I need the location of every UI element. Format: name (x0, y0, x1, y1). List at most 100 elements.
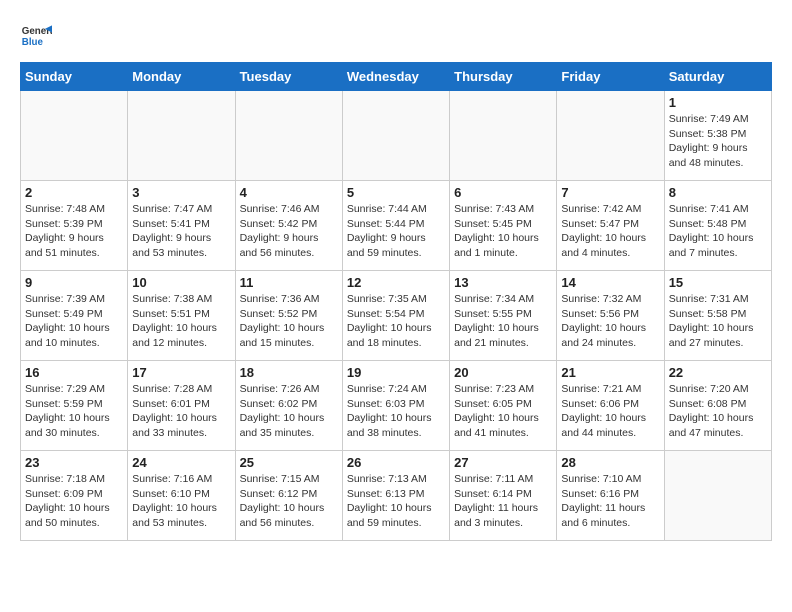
calendar-cell: 28 Sunrise: 7:10 AM Sunset: 6:16 PM Dayli… (557, 451, 664, 541)
calendar-cell: 26 Sunrise: 7:13 AM Sunset: 6:13 PM Dayli… (342, 451, 449, 541)
calendar-cell: 14 Sunrise: 7:32 AM Sunset: 5:56 PM Dayli… (557, 271, 664, 361)
day-number: 22 (669, 365, 767, 380)
calendar-cell (128, 91, 235, 181)
logo-icon: General Blue (20, 20, 52, 52)
calendar-header-wednesday: Wednesday (342, 63, 449, 91)
day-info: Sunrise: 7:42 AM Sunset: 5:47 PM Dayligh… (561, 202, 659, 261)
calendar-header-thursday: Thursday (450, 63, 557, 91)
day-number: 8 (669, 185, 767, 200)
day-number: 14 (561, 275, 659, 290)
calendar-week-row: 23Sunrise: 7:18 AM Sunset: 6:09 PM Dayli… (21, 451, 772, 541)
day-number: 21 (561, 365, 659, 380)
calendar-cell: 10 Sunrise: 7:38 AM Sunset: 5:51 PM Dayli… (128, 271, 235, 361)
day-info: Sunrise: 7:48 AM Sunset: 5:39 PM Dayligh… (25, 202, 123, 261)
calendar-cell (21, 91, 128, 181)
calendar-cell (557, 91, 664, 181)
day-number: 12 (347, 275, 445, 290)
day-number: 24 (132, 455, 230, 470)
day-number: 3 (132, 185, 230, 200)
day-number: 15 (669, 275, 767, 290)
calendar-cell: 13 Sunrise: 7:34 AM Sunset: 5:55 PM Dayli… (450, 271, 557, 361)
day-info: Sunrise: 7:28 AM Sunset: 6:01 PM Dayligh… (132, 382, 230, 441)
calendar-header-monday: Monday (128, 63, 235, 91)
calendar-week-row: 16 Sunrise: 7:29 AM Sunset: 5:59 PM Dayli… (21, 361, 772, 451)
calendar-cell: 11 Sunrise: 7:36 AM Sunset: 5:52 PM Dayli… (235, 271, 342, 361)
calendar-cell: 20 Sunrise: 7:23 AM Sunset: 6:05 PM Dayli… (450, 361, 557, 451)
day-info: Sunrise: 7:41 AM Sunset: 5:48 PM Dayligh… (669, 202, 767, 261)
calendar-header-tuesday: Tuesday (235, 63, 342, 91)
calendar-header-saturday: Saturday (664, 63, 771, 91)
day-info: Sunrise: 7:31 AM Sunset: 5:58 PM Dayligh… (669, 292, 767, 351)
day-number: 1 (669, 95, 767, 110)
calendar-cell: 22 Sunrise: 7:20 AM Sunset: 6:08 PM Dayli… (664, 361, 771, 451)
day-info: Sunrise: 7:20 AM Sunset: 6:08 PM Dayligh… (669, 382, 767, 441)
day-number: 10 (132, 275, 230, 290)
day-info: Sunrise: 7:13 AM Sunset: 6:13 PM Dayligh… (347, 472, 445, 531)
day-number: 2 (25, 185, 123, 200)
day-number: 16 (25, 365, 123, 380)
calendar-cell: 7 Sunrise: 7:42 AM Sunset: 5:47 PM Daylig… (557, 181, 664, 271)
logo: General Blue (20, 20, 52, 52)
day-info: Sunrise: 7:21 AM Sunset: 6:06 PM Dayligh… (561, 382, 659, 441)
day-info: Sunrise: 7:18 AM Sunset: 6:09 PM Dayligh… (25, 472, 123, 531)
calendar-cell: 9 Sunrise: 7:39 AM Sunset: 5:49 PM Daylig… (21, 271, 128, 361)
day-info: Sunrise: 7:26 AM Sunset: 6:02 PM Dayligh… (240, 382, 338, 441)
day-number: 13 (454, 275, 552, 290)
day-number: 17 (132, 365, 230, 380)
calendar-header-row: SundayMondayTuesdayWednesdayThursdayFrid… (21, 63, 772, 91)
calendar-cell: 17 Sunrise: 7:28 AM Sunset: 6:01 PM Dayli… (128, 361, 235, 451)
day-number: 19 (347, 365, 445, 380)
calendar-cell: 25Sunrise: 7:15 AM Sunset: 6:12 PM Dayli… (235, 451, 342, 541)
calendar-cell (342, 91, 449, 181)
calendar-cell: 15 Sunrise: 7:31 AM Sunset: 5:58 PM Dayli… (664, 271, 771, 361)
calendar-cell: 18 Sunrise: 7:26 AM Sunset: 6:02 PM Dayli… (235, 361, 342, 451)
day-info: Sunrise: 7:11 AM Sunset: 6:14 PM Dayligh… (454, 472, 552, 531)
calendar-cell: 16 Sunrise: 7:29 AM Sunset: 5:59 PM Dayli… (21, 361, 128, 451)
day-info: Sunrise: 7:46 AM Sunset: 5:42 PM Dayligh… (240, 202, 338, 261)
calendar-cell: 12 Sunrise: 7:35 AM Sunset: 5:54 PM Dayli… (342, 271, 449, 361)
calendar-cell: 27 Sunrise: 7:11 AM Sunset: 6:14 PM Dayli… (450, 451, 557, 541)
day-number: 27 (454, 455, 552, 470)
calendar-cell: 2 Sunrise: 7:48 AM Sunset: 5:39 PM Daylig… (21, 181, 128, 271)
calendar-week-row: 2 Sunrise: 7:48 AM Sunset: 5:39 PM Daylig… (21, 181, 772, 271)
day-number: 4 (240, 185, 338, 200)
calendar-cell: 5 Sunrise: 7:44 AM Sunset: 5:44 PM Daylig… (342, 181, 449, 271)
calendar-cell (450, 91, 557, 181)
day-number: 11 (240, 275, 338, 290)
day-info: Sunrise: 7:43 AM Sunset: 5:45 PM Dayligh… (454, 202, 552, 261)
day-info: Sunrise: 7:36 AM Sunset: 5:52 PM Dayligh… (240, 292, 338, 351)
day-info: Sunrise: 7:16 AM Sunset: 6:10 PM Dayligh… (132, 472, 230, 531)
day-number: 18 (240, 365, 338, 380)
day-number: 7 (561, 185, 659, 200)
day-number: 28 (561, 455, 659, 470)
calendar-header-friday: Friday (557, 63, 664, 91)
day-info: Sunrise: 7:47 AM Sunset: 5:41 PM Dayligh… (132, 202, 230, 261)
day-info: Sunrise: 7:34 AM Sunset: 5:55 PM Dayligh… (454, 292, 552, 351)
day-info: Sunrise: 7:39 AM Sunset: 5:49 PM Dayligh… (25, 292, 123, 351)
calendar-cell: 19 Sunrise: 7:24 AM Sunset: 6:03 PM Dayli… (342, 361, 449, 451)
day-info: Sunrise: 7:10 AM Sunset: 6:16 PM Dayligh… (561, 472, 659, 531)
day-info: Sunrise: 7:24 AM Sunset: 6:03 PM Dayligh… (347, 382, 445, 441)
calendar-cell (235, 91, 342, 181)
day-info: Sunrise: 7:44 AM Sunset: 5:44 PM Dayligh… (347, 202, 445, 261)
day-info: Sunrise: 7:32 AM Sunset: 5:56 PM Dayligh… (561, 292, 659, 351)
calendar-cell: 8 Sunrise: 7:41 AM Sunset: 5:48 PM Daylig… (664, 181, 771, 271)
calendar-cell (664, 451, 771, 541)
day-number: 20 (454, 365, 552, 380)
day-info: Sunrise: 7:29 AM Sunset: 5:59 PM Dayligh… (25, 382, 123, 441)
calendar-cell: 3 Sunrise: 7:47 AM Sunset: 5:41 PM Daylig… (128, 181, 235, 271)
day-number: 9 (25, 275, 123, 290)
day-info: Sunrise: 7:15 AM Sunset: 6:12 PM Dayligh… (240, 472, 338, 531)
calendar-cell: 24 Sunrise: 7:16 AM Sunset: 6:10 PM Dayli… (128, 451, 235, 541)
calendar-week-row: 1 Sunrise: 7:49 AM Sunset: 5:38 PM Daylig… (21, 91, 772, 181)
day-info: Sunrise: 7:35 AM Sunset: 5:54 PM Dayligh… (347, 292, 445, 351)
day-number: 26 (347, 455, 445, 470)
day-info: Sunrise: 7:23 AM Sunset: 6:05 PM Dayligh… (454, 382, 552, 441)
calendar-table: SundayMondayTuesdayWednesdayThursdayFrid… (20, 62, 772, 541)
calendar-cell: 21 Sunrise: 7:21 AM Sunset: 6:06 PM Dayli… (557, 361, 664, 451)
calendar-cell: 23Sunrise: 7:18 AM Sunset: 6:09 PM Dayli… (21, 451, 128, 541)
day-number: 5 (347, 185, 445, 200)
day-info: Sunrise: 7:38 AM Sunset: 5:51 PM Dayligh… (132, 292, 230, 351)
day-info: Sunrise: 7:49 AM Sunset: 5:38 PM Dayligh… (669, 112, 767, 171)
calendar-cell: 1 Sunrise: 7:49 AM Sunset: 5:38 PM Daylig… (664, 91, 771, 181)
